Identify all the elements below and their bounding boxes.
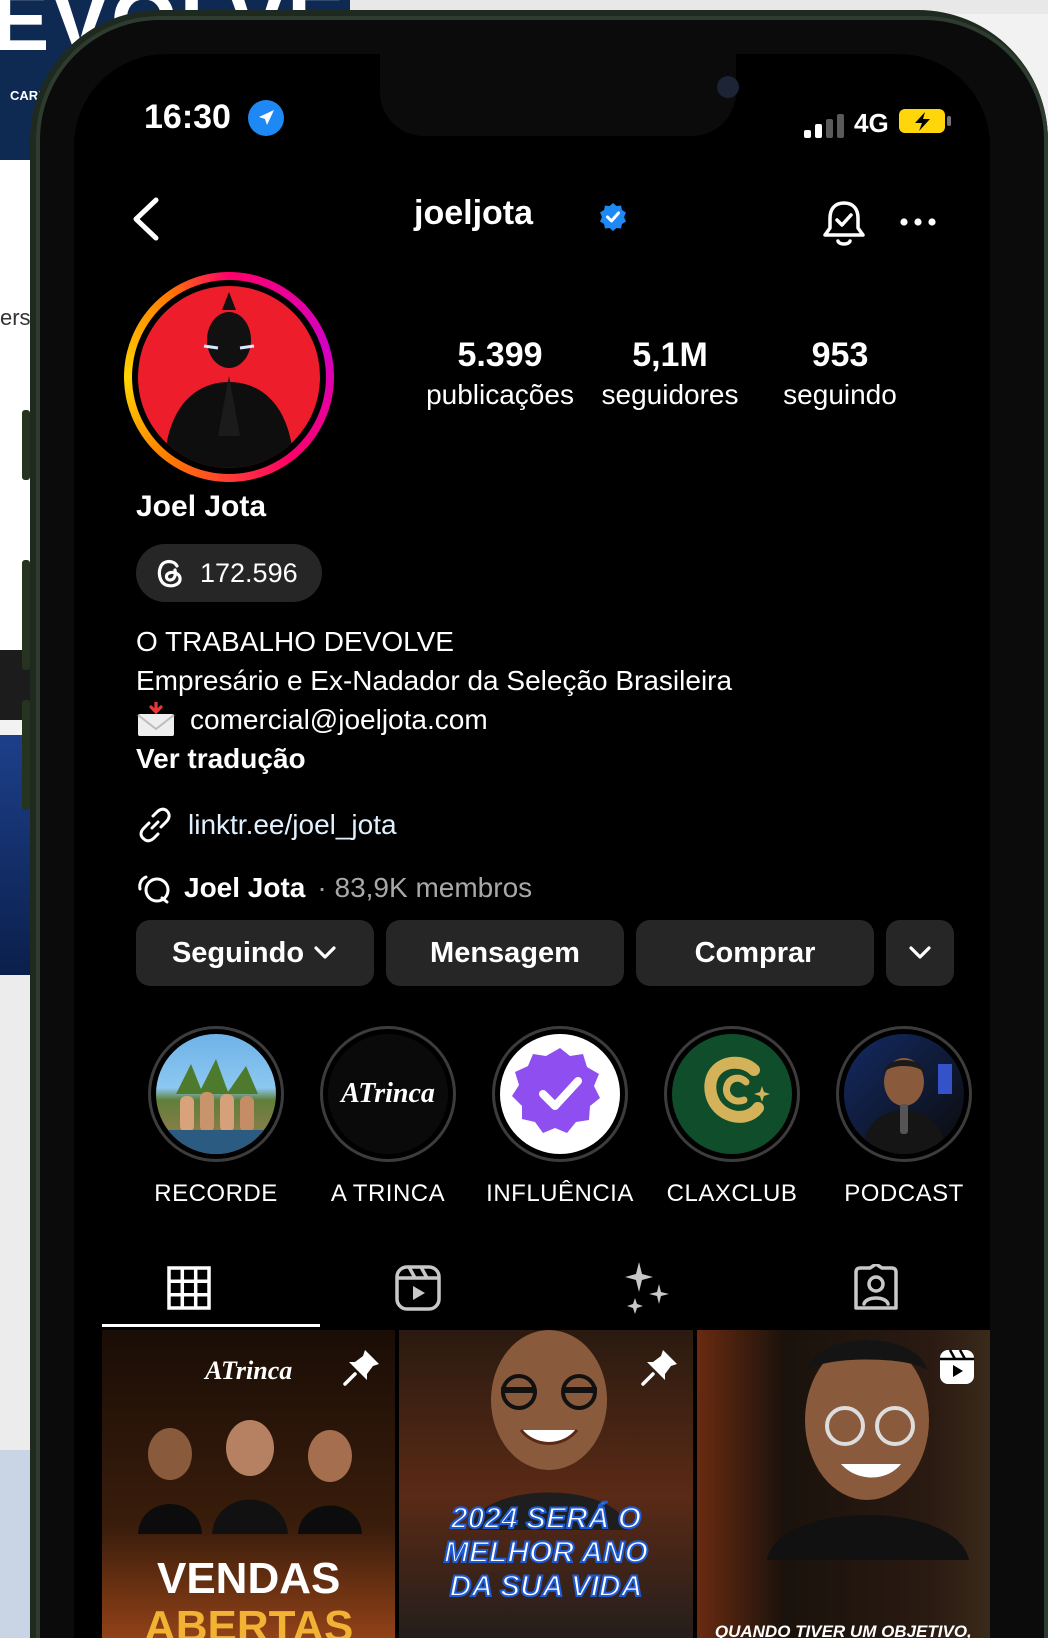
shop-button[interactable]: Comprar: [636, 920, 874, 986]
bio-line: O TRABALHO DEVOLVE: [136, 626, 454, 657]
following-button[interactable]: Seguindo: [136, 920, 374, 986]
tagged-icon: [853, 1264, 898, 1310]
stat-value: 5.399: [457, 336, 543, 374]
post-tile[interactable]: QUANDO TIVER UM OBJETIVO,: [696, 1330, 990, 1638]
claxclub-logo-icon: [704, 1056, 770, 1123]
phone-side-button: [22, 700, 30, 810]
threads-count: 172.596: [200, 557, 298, 588]
profile-bio: O TRABALHO DEVOLVE Empresário e Ex-Nadad…: [136, 622, 732, 778]
phone-side-button: [22, 560, 30, 670]
broadcast-channel[interactable]: Joel Jota · 83,9K membros: [136, 870, 532, 906]
post-tile[interactable]: ATrinca VENDAS ABERTAS: [102, 1330, 396, 1638]
notification-bell-icon[interactable]: [820, 198, 868, 250]
stat-label: seguindo: [783, 379, 897, 410]
network-type: 4G: [854, 108, 889, 138]
profile-actions: Seguindo Mensagem Comprar: [136, 920, 954, 986]
reels-icon: [394, 1265, 441, 1311]
sparkles-icon: [624, 1262, 669, 1314]
threads-icon: [157, 559, 182, 588]
grid-icon: [166, 1266, 211, 1310]
stat-label: publicações: [426, 379, 574, 410]
threads-badge[interactable]: 172.596: [136, 544, 322, 602]
story-highlights: RECORDE ATrinca A TRINCA INFLUÊNCIA CLAX…: [130, 1026, 990, 1208]
stat-label: seguidores: [601, 379, 739, 410]
highlight-cover: [156, 1034, 276, 1154]
post-caption: DA SUA VIDA: [449, 1569, 644, 1604]
profile-link-text: linktr.ee/joel_jota: [188, 809, 397, 840]
profile-link[interactable]: linktr.ee/joel_jota: [136, 806, 397, 844]
bio-email-row: comercial@joeljota.com: [136, 700, 732, 739]
stat-followers[interactable]: 5,1M seguidores: [580, 336, 760, 411]
following-button-label: Seguindo: [171, 936, 305, 969]
chevron-down-icon: [909, 946, 931, 959]
highlight-podcast[interactable]: PODCAST: [818, 1026, 990, 1208]
stat-value: 5,1M: [632, 336, 708, 374]
suggested-accounts-button[interactable]: [886, 920, 954, 986]
highlight-cover: [672, 1034, 792, 1154]
post-caption: VENDAS: [156, 1554, 341, 1603]
broadcast-channel-name: Joel Jota: [184, 872, 306, 903]
verified-badge-icon: [512, 1048, 600, 1133]
chevron-down-icon: [314, 946, 336, 959]
back-arrow-icon[interactable]: [126, 194, 166, 244]
posts-grid: ATrinca VENDAS ABERTAS 2024 SERÁ O MELHO…: [102, 1330, 990, 1638]
battery-charging-icon: [899, 109, 951, 133]
post-tile[interactable]: 2024 SERÁ O MELHOR ANO DA SUA VIDA: [399, 1330, 693, 1638]
highlight-recorde[interactable]: RECORDE: [130, 1026, 302, 1208]
highlight-claxclub[interactable]: CLAXCLUB: [646, 1026, 818, 1208]
highlight-label: A TRINCA: [330, 1180, 446, 1207]
bio-line: Empresário e Ex-Nadador da Seleção Brasi…: [136, 665, 733, 696]
post-caption: 2024 SERÁ O: [450, 1501, 642, 1536]
reel-icon: [939, 1349, 974, 1384]
highlight-label: RECORDE: [154, 1180, 278, 1207]
post-caption: QUANDO TIVER UM OBJETIVO,: [714, 1622, 972, 1638]
post-image: [469, 1330, 630, 1530]
tab-tagged[interactable]: [761, 1248, 990, 1328]
post-image: [138, 1420, 362, 1534]
profile-avatar: [138, 286, 320, 468]
highlight-label: CLAXCLUB: [666, 1180, 798, 1207]
pin-icon: [640, 1350, 677, 1386]
stat-posts[interactable]: 5.399 publicações: [420, 336, 580, 411]
profile-stats: 5.399 publicações 5,1M seguidores 953 se…: [420, 336, 920, 411]
message-button[interactable]: Mensagem: [386, 920, 624, 986]
phone-screen: 16:30 4G joeljota 5.399 publicações 5,1M…: [74, 54, 990, 1638]
highlight-a-trinca[interactable]: ATrinca A TRINCA: [302, 1026, 474, 1208]
phone-side-button: [22, 410, 30, 480]
highlight-cover: [844, 1034, 964, 1154]
tab-ai[interactable]: [532, 1248, 761, 1328]
highlight-label: PODCAST: [844, 1180, 964, 1207]
highlight-cover: ATrinca: [328, 1034, 448, 1154]
highlight-influencia[interactable]: INFLUÊNCIA: [474, 1026, 646, 1208]
bio-email[interactable]: comercial@joeljota.com: [190, 700, 488, 739]
highlight-logo-text: ATrinca: [341, 1078, 435, 1109]
cellular-signal-icon: [804, 114, 844, 138]
link-icon: [139, 807, 171, 843]
see-translation-link[interactable]: Ver tradução: [136, 739, 732, 778]
dynamic-island: [380, 54, 739, 136]
profile-tabs: [74, 1248, 990, 1328]
incoming-envelope-icon: [137, 701, 175, 736]
tab-reels[interactable]: [303, 1248, 532, 1328]
stat-following[interactable]: 953 seguindo: [760, 336, 920, 411]
screenshot-stage: EVOLVE CARF ersi 16:30 4G: [0, 0, 1048, 1638]
pin-icon: [343, 1350, 380, 1386]
active-tab-indicator: [102, 1324, 320, 1327]
story-ring[interactable]: [124, 272, 334, 482]
status-time: 16:30: [144, 98, 231, 136]
front-camera: [717, 76, 739, 98]
highlight-cover: [500, 1034, 620, 1154]
profile-display-name: Joel Jota: [136, 490, 267, 523]
location-arrow-icon: [248, 100, 284, 136]
stat-value: 953: [811, 336, 869, 374]
post-caption: MELHOR ANO: [443, 1535, 649, 1570]
broadcast-channel-members: · 83,9K membros: [317, 872, 533, 903]
highlight-label: INFLUÊNCIA: [486, 1180, 634, 1207]
post-caption: ABERTAS: [143, 1602, 354, 1638]
broadcast-channel-icon: [138, 875, 170, 904]
more-options-icon[interactable]: [898, 212, 938, 232]
verified-badge-icon: [600, 203, 626, 231]
tab-posts-grid[interactable]: [74, 1248, 303, 1328]
